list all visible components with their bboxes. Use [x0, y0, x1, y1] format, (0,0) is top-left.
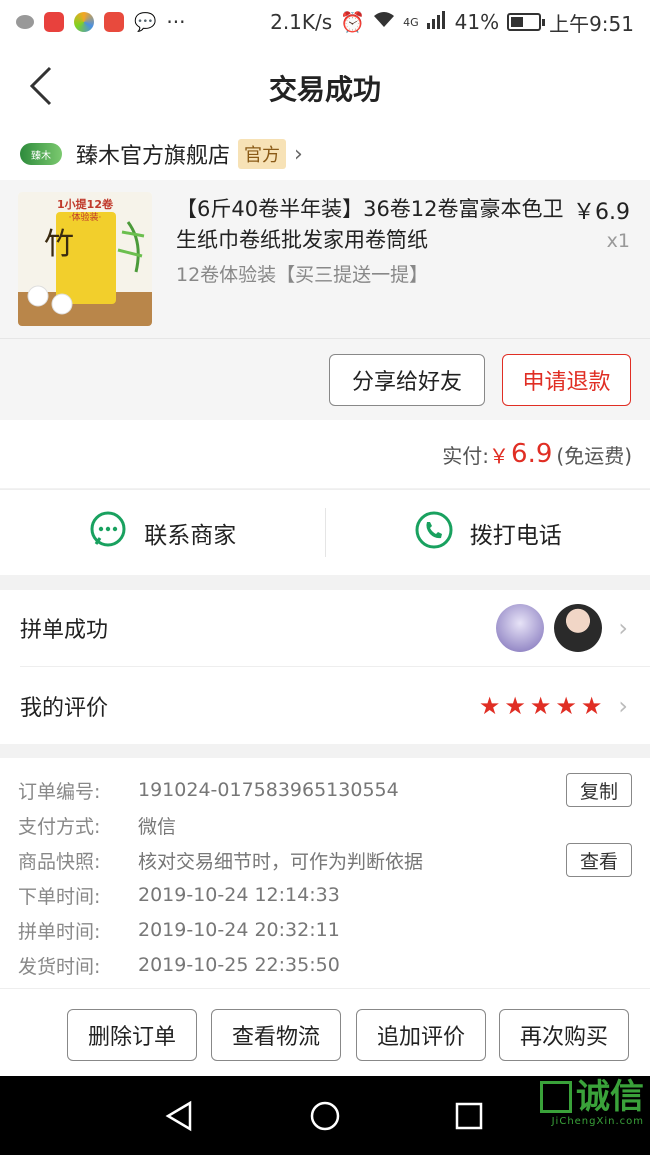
- order-time: 2019-10-24 12:14:33: [138, 884, 340, 906]
- rating-stars: ★ ★ ★ ★ ★: [479, 694, 603, 718]
- view-snapshot-button[interactable]: 查看: [566, 843, 632, 877]
- group-time-label: 拼单时间:: [18, 920, 101, 943]
- network-type: 4G: [403, 15, 419, 29]
- bottom-action-bar: 删除订单 查看物流 追加评价 再次购买: [0, 988, 650, 1076]
- call-phone-label: 拨打电话: [469, 522, 562, 549]
- signal-icon: [426, 10, 447, 34]
- contact-merchant-button[interactable]: 联系商家: [0, 490, 325, 575]
- weather-icon: [16, 15, 34, 29]
- view-logistics-button[interactable]: 查看物流: [211, 1009, 341, 1061]
- official-badge: 官方: [238, 139, 287, 169]
- product-item[interactable]: 竹 1小提12卷 ·体验装· 【6斤40卷半年装】36卷12卷富豪本色卫生纸巾卷…: [0, 180, 650, 338]
- delete-order-button[interactable]: 删除订单: [67, 1009, 197, 1061]
- wifi-icon: [373, 10, 395, 34]
- status-bar: 💬 ··· 2.1K/s ⏰ 4G 41% 上午9:51: [0, 0, 650, 44]
- phone-icon: [414, 510, 454, 556]
- order-number-line: 订单编号: 191024-017583965130554: [18, 773, 399, 807]
- watermark-text: 诚信: [576, 1077, 644, 1117]
- pay-method: 微信: [138, 815, 177, 838]
- star-icon: ★: [504, 691, 526, 720]
- copy-button[interactable]: 复制: [566, 773, 632, 807]
- app-red-icon: [44, 12, 64, 32]
- nav-home-icon[interactable]: [309, 1100, 341, 1132]
- snapshot-label: 商品快照:: [18, 850, 101, 873]
- star-icon: ★: [478, 691, 501, 720]
- my-review-row[interactable]: 我的评价 ★ ★ ★ ★ ★ ›: [20, 667, 650, 744]
- more-dots-icon: ···: [166, 10, 186, 34]
- star-icon: ★: [555, 691, 577, 720]
- group-success-label: 拼单成功: [20, 618, 109, 643]
- chevron-right-icon: ›: [618, 614, 628, 642]
- page-title: 交易成功: [268, 73, 381, 106]
- nav-recents-icon[interactable]: [453, 1100, 485, 1132]
- refund-button[interactable]: 申请退款: [502, 354, 631, 406]
- paid-amount: 6.9: [511, 439, 553, 469]
- battery-icon: [507, 13, 546, 31]
- snapshot-line: 商品快照: 核对交易细节时，可作为判断依据: [18, 843, 423, 877]
- paid-currency: ￥: [489, 443, 510, 468]
- paid-label: 实付:: [442, 443, 490, 468]
- store-logo: 臻木: [20, 143, 62, 165]
- pay-method-label: 支付方式:: [18, 815, 101, 838]
- group-review-card: 拼单成功 › 我的评价 ★ ★ ★ ★ ★ ›: [0, 590, 650, 744]
- group-time: 2019-10-24 20:32:11: [138, 919, 340, 941]
- star-icon: ★: [529, 691, 552, 720]
- star-icon: ★: [580, 691, 603, 720]
- pay-method-line: 支付方式: 微信: [18, 808, 176, 842]
- call-phone-button[interactable]: 拨打电话: [326, 490, 650, 575]
- ship-time-label: 发货时间:: [18, 955, 101, 978]
- news-icon: [104, 12, 124, 32]
- chevron-right-icon: ›: [618, 691, 628, 720]
- product-thumbnail[interactable]: 竹 1小提12卷 ·体验装·: [18, 192, 152, 326]
- watermark-sub: JiChengXin.com: [551, 1116, 644, 1127]
- avatar: [554, 604, 603, 652]
- thumb-sub: ·体验装·: [68, 213, 102, 223]
- alarm-icon: ⏰: [340, 10, 366, 34]
- order-time-line: 下单时间: 2019-10-24 12:14:33: [18, 878, 340, 912]
- nav-back-icon[interactable]: [164, 1100, 196, 1132]
- product-quantity: x1: [606, 230, 630, 252]
- clock: 上午9:51: [549, 11, 634, 36]
- product-actions: 分享给好友 申请退款: [0, 338, 650, 420]
- browser-icon: [74, 12, 94, 32]
- avatar: [496, 604, 545, 652]
- contact-merchant-label: 联系商家: [144, 522, 237, 549]
- order-number-label: 订单编号:: [18, 780, 101, 803]
- chevron-right-icon: ›: [294, 141, 303, 167]
- store-name: 臻木官方旗舰店: [76, 144, 231, 169]
- snapshot-text: 核对交易细节时，可作为判断依据: [138, 850, 424, 873]
- order-number: 191024-017583965130554: [138, 779, 399, 801]
- title-bar: 交易成功: [0, 44, 650, 128]
- order-time-label: 下单时间:: [18, 885, 101, 908]
- group-success-row[interactable]: 拼单成功 ›: [20, 590, 650, 667]
- chat-bubble-icon: [88, 510, 128, 556]
- my-review-label: 我的评价: [20, 695, 109, 721]
- product-spec: 12卷体验装【买三提送一提】: [176, 264, 429, 286]
- svg-text:竹: 竹: [44, 227, 74, 262]
- watermark: 诚信 JiChengXin.com: [540, 1078, 644, 1127]
- payment-summary: 实付: ￥ 6.9 (免运费): [0, 420, 650, 488]
- product-title[interactable]: 【6斤40卷半年装】36卷12卷富豪本色卫生纸巾卷纸批发家用卷筒纸: [176, 194, 566, 256]
- group-time-line: 拼单时间: 2019-10-24 20:32:11: [18, 913, 340, 947]
- product-price: ￥6.9: [573, 200, 630, 225]
- order-info: 订单编号: 191024-017583965130554 复制 支付方式: 微信…: [0, 758, 650, 988]
- store-header[interactable]: 臻木 臻木官方旗舰店 官方 ›: [0, 128, 650, 180]
- ship-time-line: 发货时间: 2019-10-25 22:35:50: [18, 948, 340, 982]
- battery-percent: 41%: [454, 10, 500, 34]
- watermark-logo-icon: [540, 1081, 572, 1113]
- contact-bar: 联系商家 拨打电话: [0, 489, 650, 575]
- wechat-icon: 💬: [134, 11, 157, 33]
- buy-again-button[interactable]: 再次购买: [499, 1009, 629, 1061]
- add-review-button[interactable]: 追加评价: [356, 1009, 486, 1061]
- net-speed: 2.1K/s: [270, 10, 333, 34]
- ship-time: 2019-10-25 22:35:50: [138, 954, 340, 976]
- share-button[interactable]: 分享给好友: [329, 354, 485, 406]
- shipping-note: (免运费): [556, 443, 632, 468]
